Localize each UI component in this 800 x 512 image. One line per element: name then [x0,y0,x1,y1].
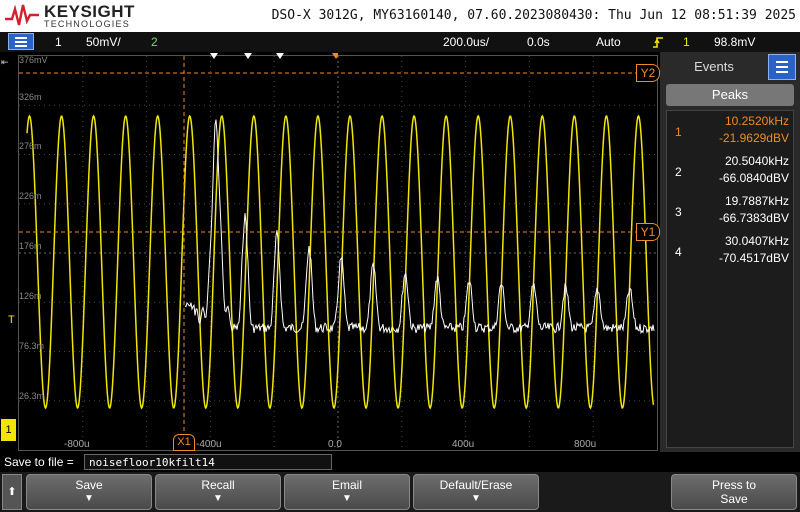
timebase[interactable]: 200.0us/ [443,35,489,49]
back-up-button[interactable]: ⬆ [2,474,22,510]
peak-magnitude: -66.0840dBV [718,171,789,185]
x-tick-label: 400u [452,439,475,450]
y-tick-label: 276m [19,141,42,151]
peak-list: 1 10.2520kHz -21.9629dBV 2 20.5040kHz -6… [666,110,794,448]
recall-button[interactable]: Recall ▼ [155,474,281,510]
arrow-down-icon: ▼ [342,493,352,504]
save-button-label: Save [75,478,103,492]
y-tick-label: 26.3m [19,391,45,401]
peak-frequency: 10.2520kHz [724,114,789,128]
y-tick-label: 326m [19,92,42,102]
peak-frequency: 20.5040kHz [724,154,789,168]
x-tick-label: -400u [196,439,222,450]
save-to-file-label: Save to file = [4,455,74,469]
arrow-down-icon: ▼ [471,493,481,504]
peak-row-3[interactable]: 3 19.7887kHz -66.7383dBV [667,192,793,232]
x-tick-label: -800u [64,439,90,450]
tab-events[interactable]: Events [664,54,764,80]
arrow-down-icon: ▼ [84,493,94,504]
x1-cursor-marker[interactable]: X1 [173,434,195,451]
x-tick-label: 800u [574,439,597,450]
recall-button-label: Recall [201,478,235,492]
y-tick-label: 376mV [19,55,48,65]
trigger-level[interactable]: 98.8mV [714,35,755,49]
peak-row-4[interactable]: 4 30.0407kHz -70.4517dBV [667,232,793,272]
peak-index: 1 [675,125,682,139]
ch1-label[interactable]: 1 [55,35,62,49]
peak-frequency: 30.0407kHz [724,234,789,248]
y-tick-label: 226m [19,191,42,201]
brand-subtitle: TECHNOLOGIES [44,19,130,29]
title-bar: KEYSIGHT TECHNOLOGIES DSO-X 3012G, MY631… [0,0,800,32]
peak-magnitude: -66.7383dBV [718,211,789,225]
email-button-label: Email [331,478,362,492]
y-tick-label: 126m [19,291,42,301]
peak-magnitude: -21.9629dBV [718,131,789,145]
peak-magnitude: -70.4517dBV [718,251,789,265]
y2-cursor-marker[interactable]: Y2 [636,64,660,82]
email-button[interactable]: Email ▼ [284,474,410,510]
ch1-ground-marker[interactable]: 1 [1,419,16,441]
filename-field[interactable]: noisefloor10kfilt14 [84,454,332,470]
instrument-info: DSO-X 3012G, MY63160140, 07.60.202308043… [271,8,796,23]
time-reference-markers [210,53,338,59]
y1-cursor-marker[interactable]: Y1 [636,223,660,241]
default-erase-button[interactable]: Default/Erase ▼ [413,474,539,510]
peak-row-2[interactable]: 2 20.5040kHz -66.0840dBV [667,152,793,192]
peaks-button[interactable]: Peaks [666,84,794,106]
arrow-down-icon: ▼ [213,493,223,504]
waveform-display[interactable] [18,55,658,451]
trigger-source[interactable]: 1 [683,35,690,49]
trigger-offscreen-icon: ⇤ [1,57,9,67]
ch2-label[interactable]: 2 [151,35,158,49]
default-erase-button-label: Default/Erase [439,478,513,492]
x-tick-label: 0.0 [328,439,342,450]
list-icon[interactable] [768,54,796,80]
y-tick-label: 176m [19,241,42,251]
rising-edge-icon [653,37,663,48]
delay[interactable]: 0.0s [527,35,550,49]
peak-frequency: 19.7887kHz [724,194,789,208]
press-save-label: Save [720,492,748,506]
status-bar: 1 50mV/ 2 200.0us/ 0.0s Auto 1 98.8mV [0,32,800,52]
peak-row-1[interactable]: 1 10.2520kHz -21.9629dBV [667,112,793,152]
ch1-scale[interactable]: 50mV/ [86,35,121,49]
press-to-label: Press to [711,478,756,492]
save-button[interactable]: Save ▼ [26,474,152,510]
trigger-mode[interactable]: Auto [596,35,621,49]
menu-icon[interactable] [8,33,34,50]
waveform-canvas [19,56,657,450]
peak-index: 3 [675,205,682,219]
press-to-save-button[interactable]: Press to Save [671,474,797,510]
peak-index: 4 [675,245,682,259]
keysight-logo-icon [5,4,39,26]
y-tick-label: 76.3m [19,341,45,351]
trigger-level-marker[interactable]: T [8,314,15,326]
peak-index: 2 [675,165,682,179]
